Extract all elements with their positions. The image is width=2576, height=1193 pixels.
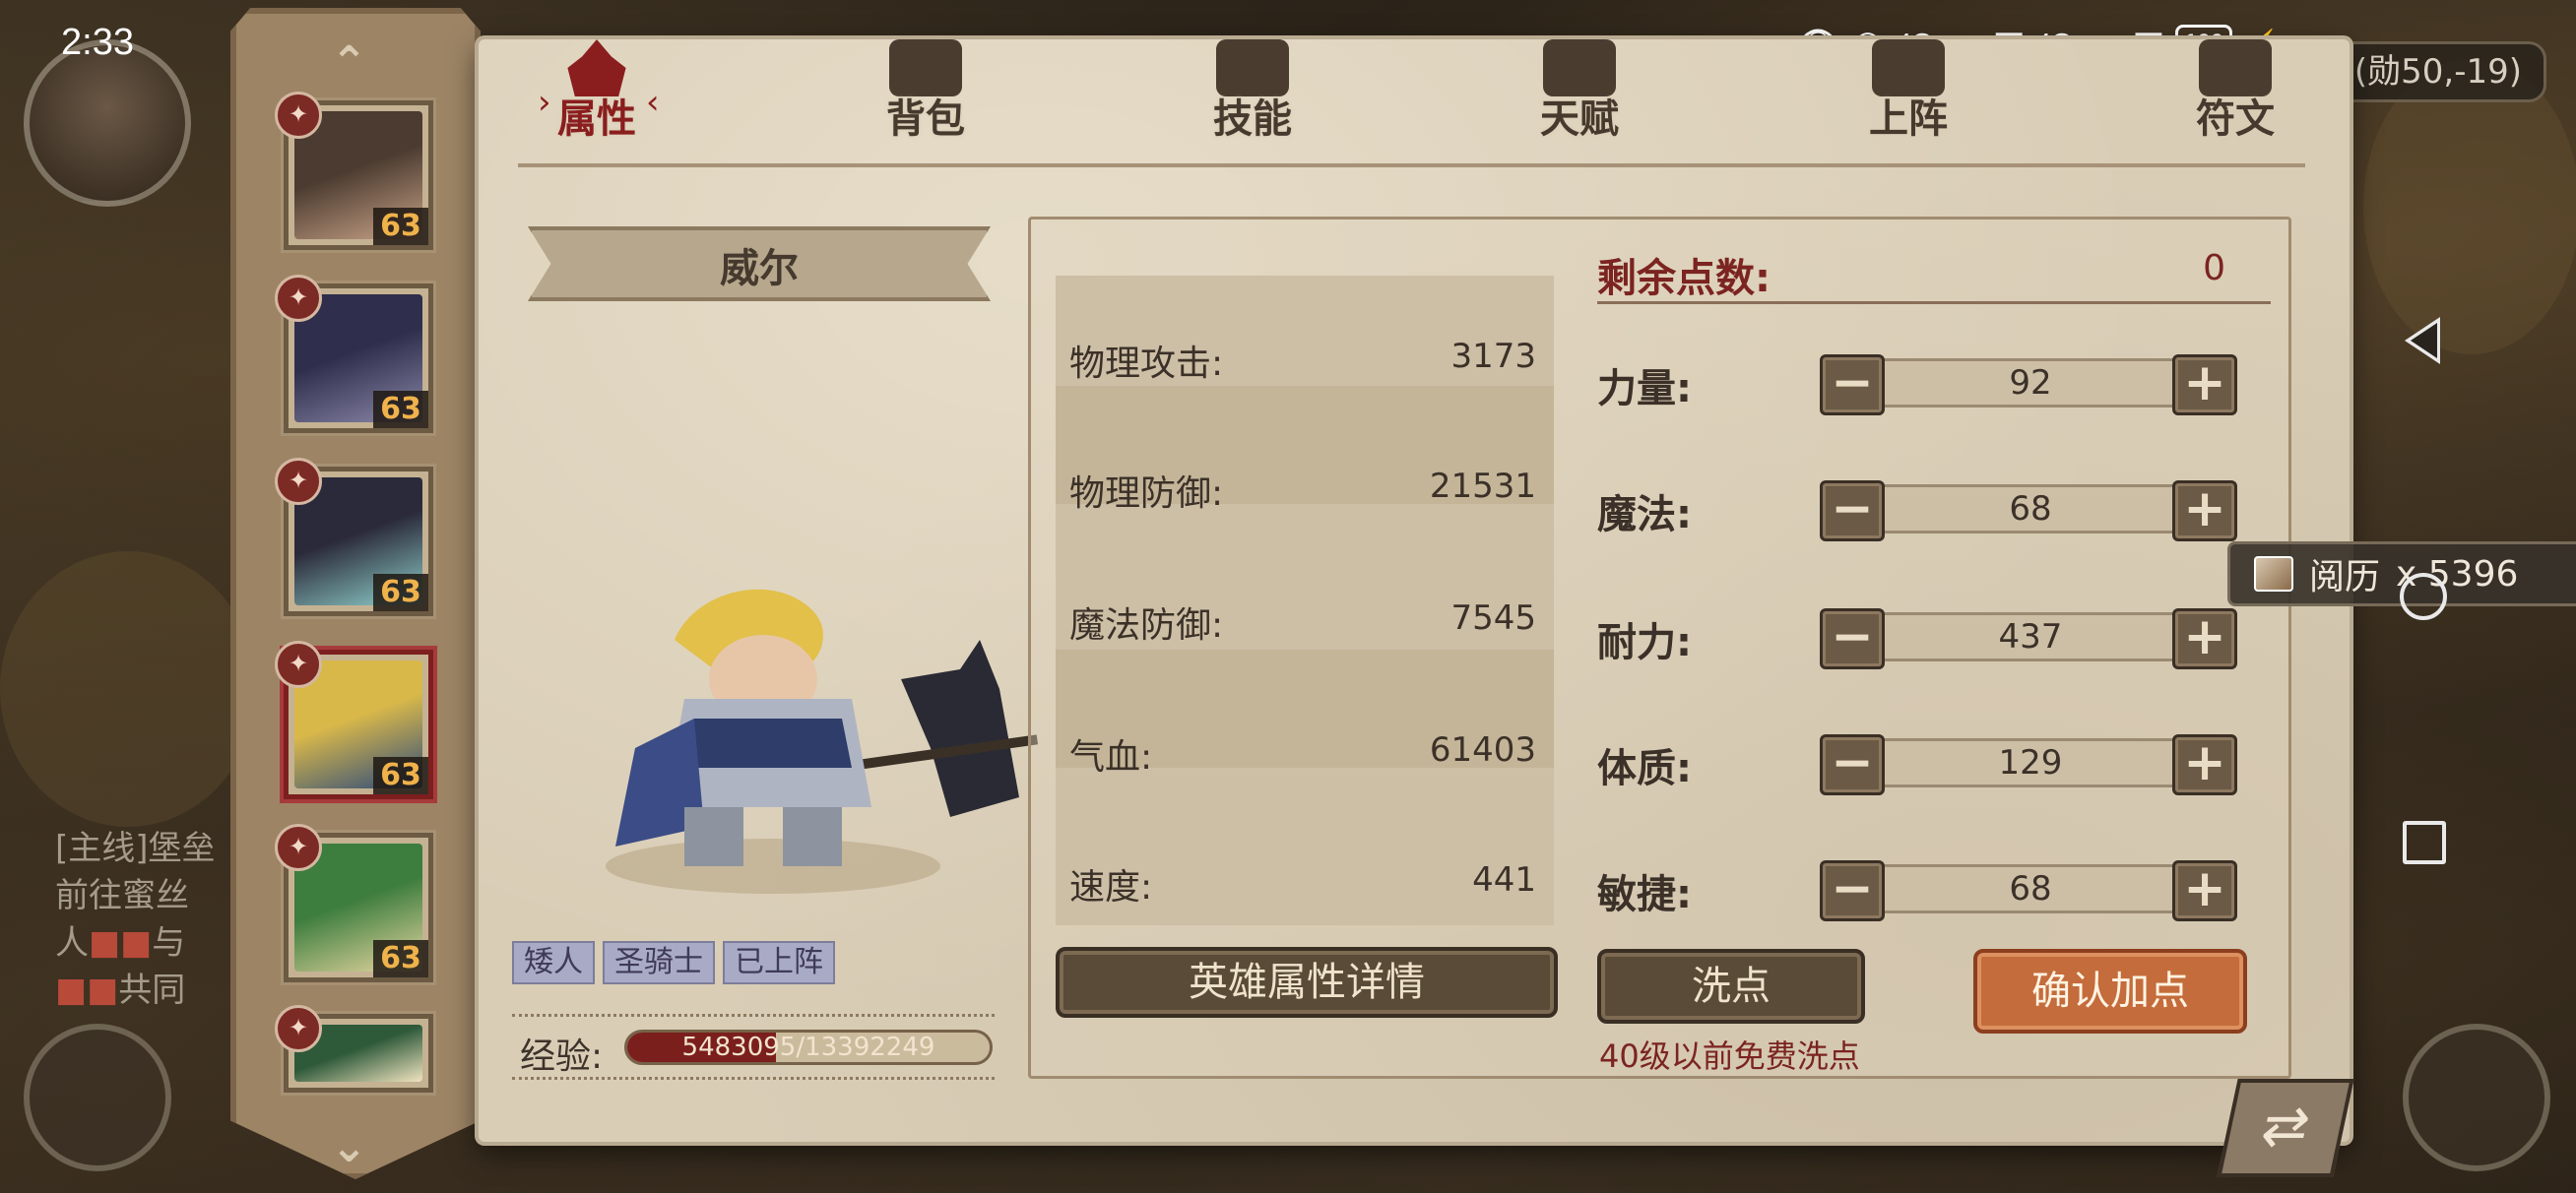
attribute-name: 魔法: bbox=[1597, 492, 1692, 537]
remaining-points-label: 剩余点数: bbox=[1597, 256, 1771, 301]
stat-value: 3173 bbox=[1450, 337, 1536, 376]
class-tag: 圣骑士 bbox=[603, 941, 715, 984]
stat-name: 速度: bbox=[1069, 867, 1153, 908]
minus-icon[interactable]: − bbox=[1820, 480, 1885, 541]
attribute-value: 92 bbox=[1883, 358, 2178, 408]
tab-5[interactable]: 符文 bbox=[2157, 39, 2314, 144]
hero-card[interactable]: ✦ 63 bbox=[275, 458, 433, 616]
book-icon bbox=[2254, 556, 2293, 592]
tab-3[interactable]: 天赋 bbox=[1501, 39, 1658, 144]
stat-name: 魔法防御: bbox=[1069, 605, 1224, 646]
scroll-up-icon[interactable]: ⌃ bbox=[331, 37, 367, 88]
attribute-name: 力量: bbox=[1597, 366, 1692, 411]
tab-label: 技能 bbox=[1213, 96, 1292, 142]
quest-desc: 人■■与 bbox=[55, 923, 186, 963]
status-time: 2:33 bbox=[61, 22, 134, 63]
left-action-button[interactable] bbox=[24, 1024, 171, 1171]
deployed-tag: 已上阵 bbox=[723, 941, 835, 984]
tab-label: 符文 bbox=[2196, 96, 2275, 142]
attribute-value: 68 bbox=[1883, 864, 2178, 913]
right-action-button[interactable] bbox=[2403, 1024, 2550, 1171]
stat-value: 61403 bbox=[1429, 730, 1536, 770]
tab-divider bbox=[518, 163, 2305, 167]
hero-type-icon: ✦ bbox=[275, 458, 322, 505]
plus-icon[interactable]: + bbox=[2172, 734, 2237, 795]
hero-card[interactable]: ✦ 63 bbox=[275, 275, 433, 433]
minus-icon[interactable]: − bbox=[1820, 608, 1885, 669]
exp-label: 经验: bbox=[520, 1036, 604, 1077]
reset-points-note: 40级以前免费洗点 bbox=[1599, 1037, 1860, 1075]
divider bbox=[512, 1014, 995, 1017]
hero-type-icon: ✦ bbox=[275, 92, 322, 139]
stat-name: 物理防御: bbox=[1069, 473, 1224, 514]
quest-tracker[interactable]: [主线]堡垒 前往蜜丝 人■■与 ■■共同 bbox=[55, 825, 232, 1014]
hero-level: 63 bbox=[373, 391, 428, 428]
player-avatar[interactable] bbox=[24, 39, 191, 207]
plus-icon[interactable]: + bbox=[2172, 608, 2237, 669]
confirm-points-button[interactable]: 确认加点 bbox=[1973, 949, 2247, 1034]
tab-label: 上阵 bbox=[1869, 96, 1948, 142]
stat-name: 气血: bbox=[1069, 737, 1153, 778]
minus-icon[interactable]: − bbox=[1820, 734, 1885, 795]
plus-icon[interactable]: + bbox=[2172, 480, 2237, 541]
map-rock bbox=[0, 551, 256, 827]
stat-value: 7545 bbox=[1450, 598, 1536, 638]
hero-type-icon: ✦ bbox=[275, 824, 322, 871]
scroll-down-icon[interactable]: ⌄ bbox=[331, 1122, 367, 1172]
quest-desc: 前往蜜丝 bbox=[55, 876, 189, 915]
attribute-name: 体质: bbox=[1597, 746, 1692, 791]
attribute-name: 敏捷: bbox=[1597, 872, 1692, 917]
exp-value: 5483095/13392249 bbox=[681, 1033, 935, 1062]
stat-value: 441 bbox=[1472, 860, 1536, 900]
tab-1[interactable]: 背包 bbox=[847, 39, 1004, 144]
points-divider bbox=[1597, 301, 2271, 304]
hero-card[interactable]: ✦ 63 bbox=[275, 641, 433, 799]
tab-2[interactable]: 技能 bbox=[1174, 39, 1331, 144]
hero-type-icon: ✦ bbox=[275, 641, 322, 688]
hero-card[interactable]: ✦ 63 bbox=[275, 824, 433, 982]
plus-icon[interactable]: + bbox=[2172, 860, 2237, 921]
attribute-value: 437 bbox=[1883, 612, 2178, 661]
hero-card[interactable]: ✦ bbox=[275, 1005, 433, 1093]
hero-character-image bbox=[606, 589, 1039, 894]
tab-label: 背包 bbox=[886, 96, 965, 142]
hero-card[interactable]: ✦ 63 bbox=[275, 92, 433, 250]
attribute-value: 68 bbox=[1883, 484, 2178, 534]
tab-label: 天赋 bbox=[1540, 96, 1619, 142]
minus-icon[interactable]: − bbox=[1820, 860, 1885, 921]
plus-icon[interactable]: + bbox=[2172, 354, 2237, 415]
hero-type-icon: ✦ bbox=[275, 275, 322, 322]
nav-home-icon[interactable] bbox=[2400, 573, 2447, 620]
map-rock bbox=[2363, 59, 2576, 354]
reward-item-name: 阅历 bbox=[2309, 557, 2381, 597]
attribute-value: 129 bbox=[1883, 738, 2178, 787]
hero-detail-button[interactable]: 英雄属性详情 bbox=[1056, 947, 1558, 1018]
nav-recent-icon[interactable] bbox=[2403, 821, 2446, 864]
swap-icon[interactable]: ⇄ bbox=[2217, 1079, 2354, 1177]
tab-chevron-right-icon: ‹ bbox=[646, 83, 660, 122]
tab-4[interactable]: 上阵 bbox=[1830, 39, 1987, 144]
hero-level: 63 bbox=[373, 208, 428, 245]
remaining-points-value: 0 bbox=[2203, 248, 2225, 288]
quest-desc: ■■共同 bbox=[55, 971, 186, 1010]
hero-name: 威尔 bbox=[720, 246, 799, 291]
attribute-name: 耐力: bbox=[1597, 620, 1692, 665]
minus-icon[interactable]: − bbox=[1820, 354, 1885, 415]
hero-level: 63 bbox=[373, 574, 428, 611]
hero-level: 63 bbox=[373, 940, 428, 977]
tab-chevron-left-icon: › bbox=[538, 83, 551, 122]
hero-type-icon: ✦ bbox=[275, 1005, 322, 1052]
quest-title: [主线]堡垒 bbox=[55, 829, 216, 868]
divider bbox=[512, 1077, 995, 1080]
stat-value: 21531 bbox=[1429, 467, 1536, 506]
nav-back-icon[interactable] bbox=[2405, 317, 2440, 364]
hero-level: 63 bbox=[373, 757, 428, 794]
stat-name: 物理攻击: bbox=[1069, 344, 1224, 384]
race-tag: 矮人 bbox=[512, 941, 595, 984]
reset-points-button[interactable]: 洗点 bbox=[1597, 949, 1865, 1024]
